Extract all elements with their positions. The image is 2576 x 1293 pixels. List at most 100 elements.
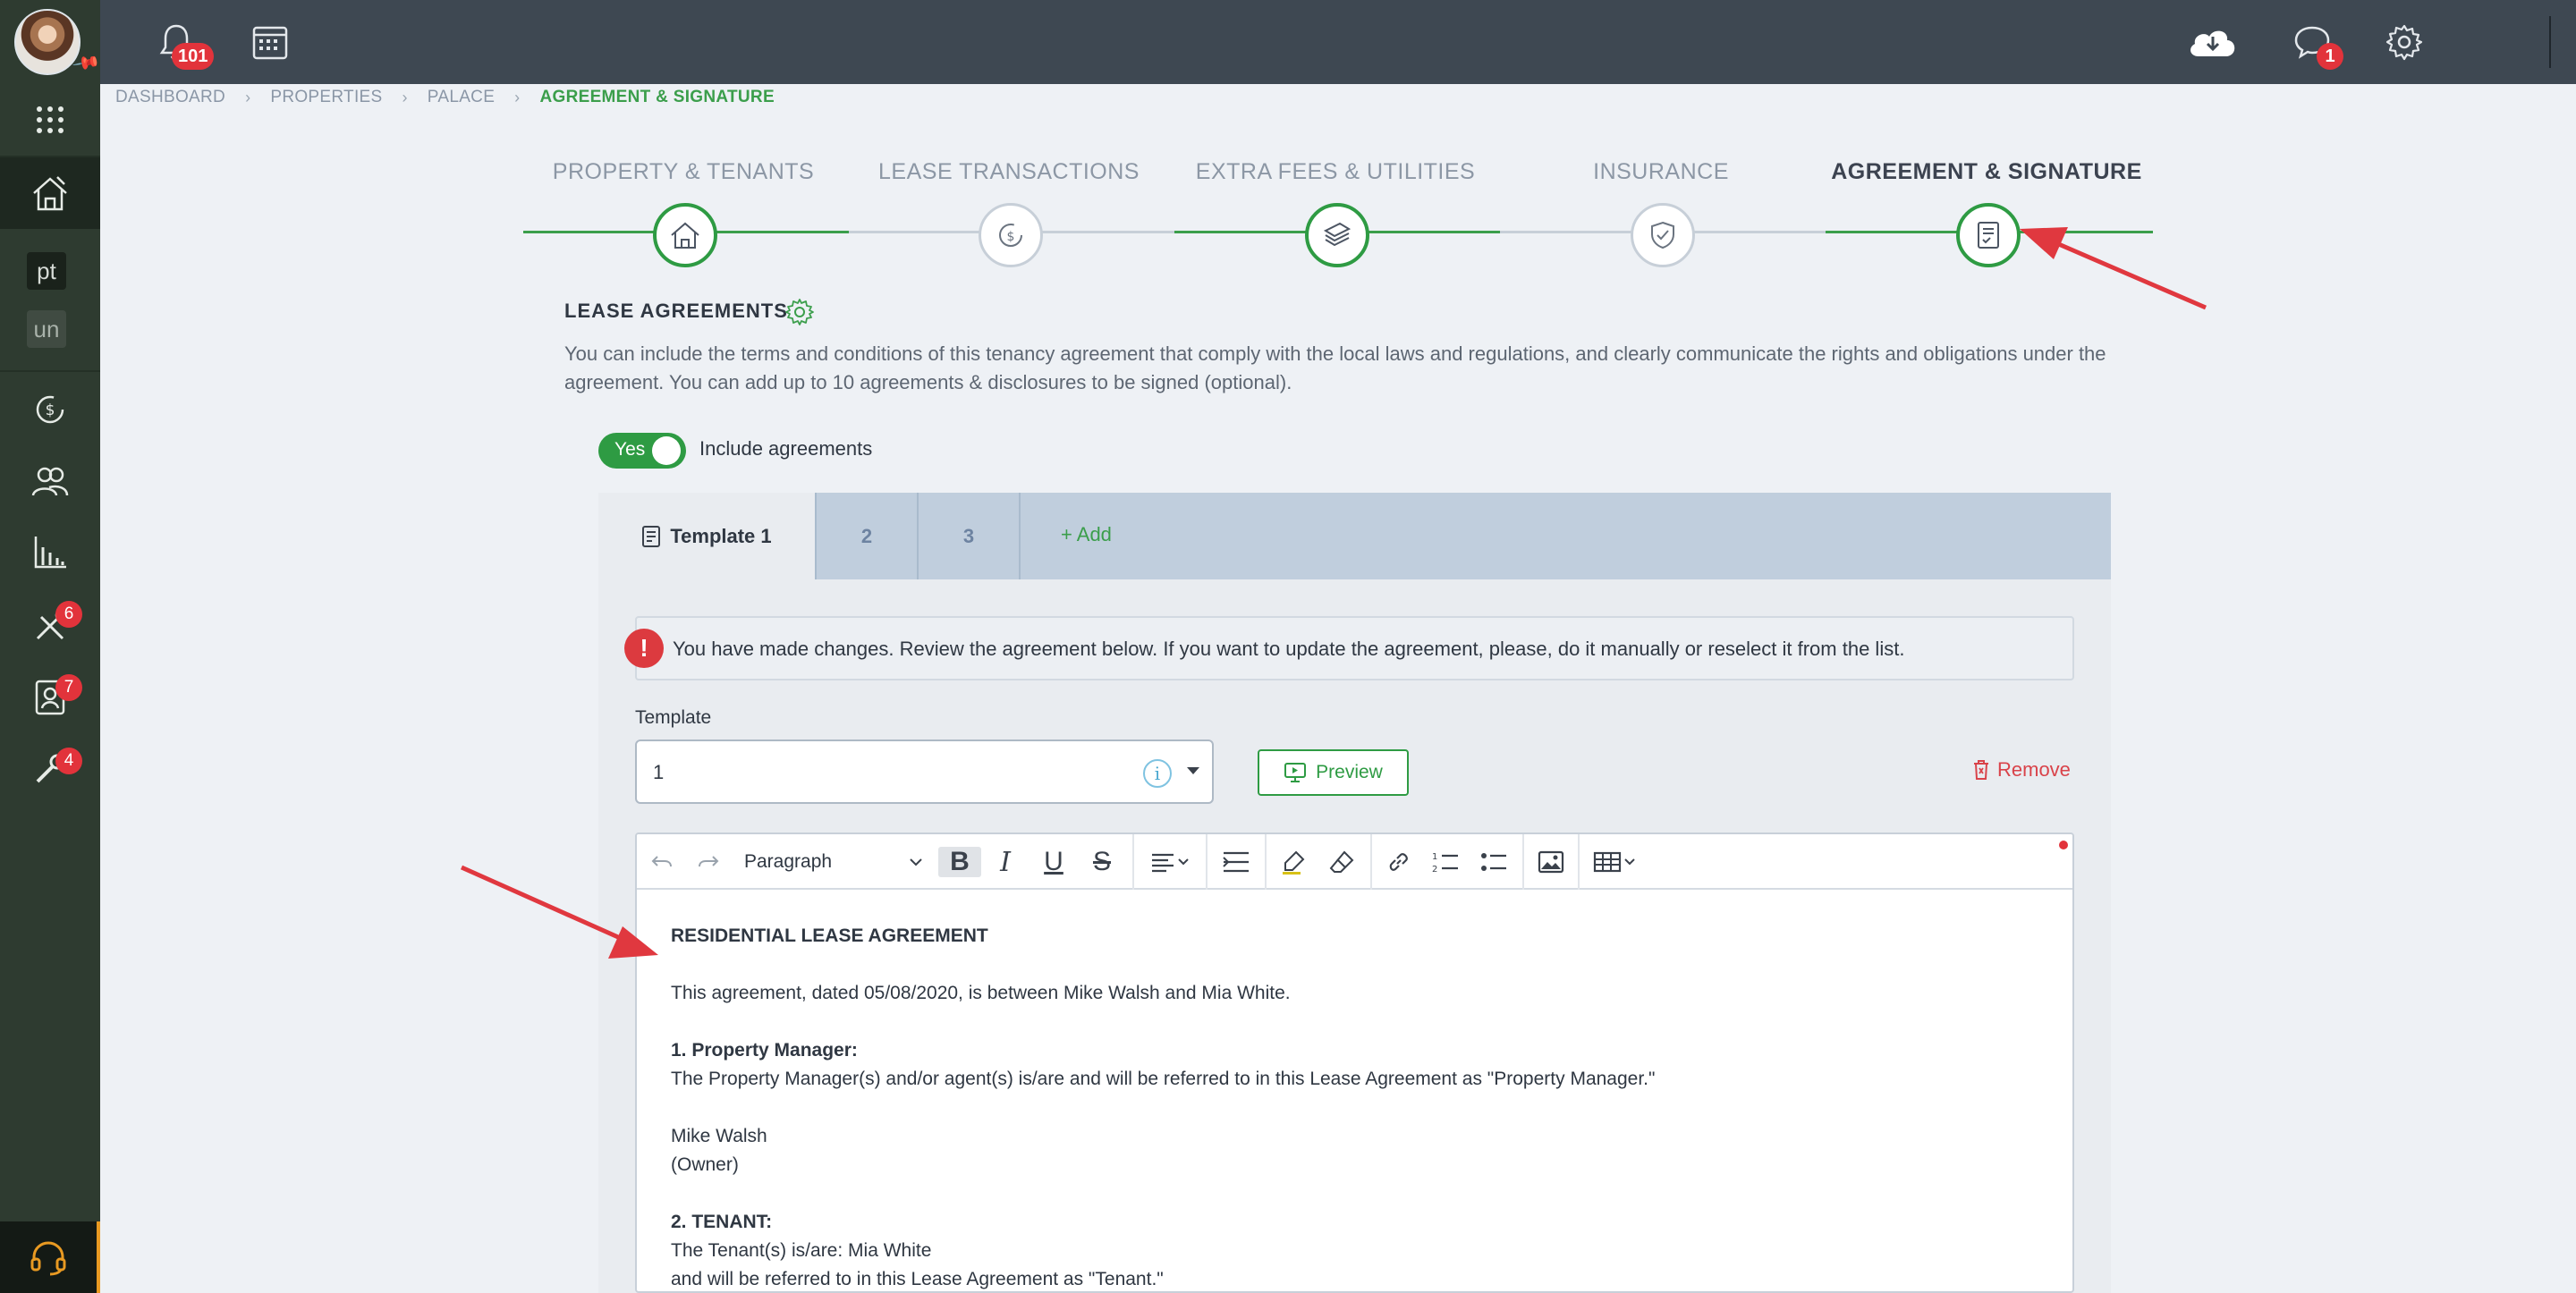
toggle-value: Yes bbox=[614, 439, 646, 460]
tab-template-2[interactable]: 2 bbox=[817, 493, 919, 579]
preview-button[interactable]: Preview bbox=[1258, 749, 1409, 796]
bullet-list-button[interactable] bbox=[1476, 847, 1512, 877]
chart-icon bbox=[34, 537, 66, 569]
step-lease-transactions[interactable]: LEASE TRANSACTIONS bbox=[845, 159, 1173, 199]
monitor-play-icon bbox=[1284, 763, 1307, 782]
step-circle-fees[interactable] bbox=[1305, 203, 1369, 267]
toggle-label: Include agreements bbox=[699, 437, 873, 460]
step-circle-insurance[interactable] bbox=[1631, 203, 1695, 267]
underline-button[interactable]: U bbox=[1036, 847, 1072, 877]
tab-template-3[interactable]: 3 bbox=[919, 493, 1021, 579]
italic-icon: I bbox=[1000, 846, 1011, 878]
document-sign-icon bbox=[1978, 222, 1999, 249]
underline-icon: U bbox=[1044, 847, 1063, 876]
settings-gear-icon[interactable] bbox=[2382, 20, 2427, 64]
chevron-right-icon: › bbox=[514, 88, 521, 106]
eraser-icon bbox=[1329, 850, 1354, 873]
redo-icon[interactable] bbox=[692, 847, 724, 877]
pm-heading: 1. Property Manager: bbox=[671, 1040, 858, 1061]
tab-label: Template 1 bbox=[670, 524, 772, 547]
breadcrumb-dashboard[interactable]: DASHBOARD bbox=[115, 88, 225, 107]
step-extra-fees[interactable]: EXTRA FEES & UTILITIES bbox=[1172, 159, 1499, 199]
step-property-tenants[interactable]: PROPERTY & TENANTS bbox=[520, 159, 847, 199]
include-agreements-toggle[interactable]: Yes bbox=[598, 433, 686, 469]
sidebar-item-tools[interactable] bbox=[0, 733, 100, 805]
chevron-right-icon: › bbox=[245, 88, 251, 106]
align-button[interactable] bbox=[1143, 847, 1197, 877]
bold-button[interactable]: B bbox=[938, 847, 981, 877]
undo-icon[interactable] bbox=[646, 847, 678, 877]
messages-badge: 1 bbox=[2317, 43, 2343, 70]
ordered-list-icon: 12 bbox=[1432, 852, 1458, 875]
cloud-download-icon[interactable] bbox=[2184, 20, 2241, 64]
sidebar-tag-un[interactable]: un bbox=[27, 310, 66, 348]
block-format-select[interactable]: Paragraph bbox=[744, 847, 923, 877]
changes-alert: ! You have made changes. Review the agre… bbox=[624, 616, 2074, 680]
preview-label: Preview bbox=[1316, 762, 1383, 782]
svg-text:$: $ bbox=[1007, 230, 1015, 244]
calendar-icon[interactable] bbox=[248, 20, 292, 64]
sidebar-tag-pt[interactable]: pt bbox=[27, 252, 66, 290]
trash-icon bbox=[1974, 760, 1988, 780]
tab-template-1[interactable]: Template 1 bbox=[598, 493, 817, 579]
tools-badge: 4 bbox=[55, 748, 82, 774]
svg-text:$: $ bbox=[46, 401, 55, 419]
template-select[interactable]: 1 i bbox=[635, 739, 1214, 804]
step-agreement-signature[interactable]: AGREEMENT & SIGNATURE bbox=[1823, 159, 2150, 199]
sidebar-item-maintenance[interactable] bbox=[0, 590, 100, 662]
insert-table-button[interactable] bbox=[1589, 847, 1642, 877]
house-icon bbox=[671, 222, 699, 249]
add-label: Add bbox=[1076, 523, 1112, 545]
editor-toolbar: Paragraph B I U S 1 2 bbox=[637, 834, 2072, 890]
step-label: INSURANCE bbox=[1593, 159, 1729, 184]
caret-down-icon[interactable] bbox=[1187, 767, 1199, 774]
money-cycle-icon: $ bbox=[36, 395, 64, 424]
italic-button[interactable]: I bbox=[987, 846, 1023, 878]
strikethrough-button[interactable]: S bbox=[1084, 847, 1120, 877]
ordered-list-button[interactable]: 12 bbox=[1428, 847, 1463, 877]
breadcrumb: DASHBOARD › PROPERTIES › PALACE › AGREEM… bbox=[115, 86, 775, 109]
plus-icon: + bbox=[1061, 523, 1072, 545]
step-circle-transactions[interactable]: $ bbox=[979, 203, 1043, 267]
sidebar-item-reports[interactable] bbox=[0, 517, 100, 588]
owner-role: (Owner) bbox=[671, 1154, 739, 1175]
eraser-button[interactable] bbox=[1324, 847, 1360, 877]
sidebar-item-properties[interactable] bbox=[0, 157, 100, 229]
page-break-button[interactable] bbox=[1216, 847, 1256, 877]
sidebar-item-transactions[interactable]: $ bbox=[0, 374, 100, 445]
align-left-icon bbox=[1152, 853, 1189, 873]
add-template-button[interactable]: + Add bbox=[1061, 523, 1112, 546]
exclamation-icon: ! bbox=[624, 629, 664, 668]
strikethrough-icon: S bbox=[1092, 847, 1111, 876]
insert-image-button[interactable] bbox=[1533, 847, 1569, 877]
step-circle-property[interactable] bbox=[653, 203, 717, 267]
apps-grid-icon[interactable] bbox=[0, 84, 100, 156]
shield-icon bbox=[1651, 221, 1674, 249]
agreement-editor[interactable]: Paragraph B I U S 1 2 RESIDENTIAL LEASE … bbox=[635, 832, 2074, 1293]
info-icon[interactable]: i bbox=[1143, 759, 1172, 788]
link-button[interactable] bbox=[1381, 847, 1417, 877]
remove-button[interactable]: Remove bbox=[1972, 758, 2071, 782]
breadcrumb-properties[interactable]: PROPERTIES bbox=[270, 88, 382, 107]
step-label: PROPERTY & TENANTS bbox=[552, 159, 815, 184]
link-icon bbox=[1389, 853, 1408, 871]
toolbar-divider bbox=[1522, 834, 1524, 890]
step-label: EXTRA FEES & UTILITIES bbox=[1195, 159, 1476, 184]
editor-content[interactable]: RESIDENTIAL LEASE AGREEMENT This agreeme… bbox=[671, 922, 2048, 1291]
tab-label: 3 bbox=[962, 524, 975, 547]
section-settings-gear-icon[interactable] bbox=[785, 298, 814, 331]
sidebar-item-applications[interactable] bbox=[0, 662, 100, 733]
step-circle-agreement[interactable] bbox=[1956, 203, 2021, 267]
highlight-button[interactable] bbox=[1275, 847, 1311, 877]
remove-label: Remove bbox=[1997, 758, 2071, 781]
chevron-right-icon: › bbox=[402, 88, 408, 106]
pm-text: The Property Manager(s) and/or agent(s) … bbox=[671, 1069, 1656, 1089]
step-insurance[interactable]: INSURANCE bbox=[1497, 159, 1825, 199]
breadcrumb-palace[interactable]: PALACE bbox=[428, 88, 495, 107]
unsaved-indicator bbox=[2059, 841, 2068, 849]
table-icon bbox=[1593, 851, 1635, 873]
support-button[interactable] bbox=[0, 1221, 100, 1293]
cash-stack-icon bbox=[1323, 222, 1352, 247]
sidebar: 📌 pt un $ 6 7 4 bbox=[0, 0, 101, 1293]
sidebar-item-people[interactable] bbox=[0, 445, 100, 517]
